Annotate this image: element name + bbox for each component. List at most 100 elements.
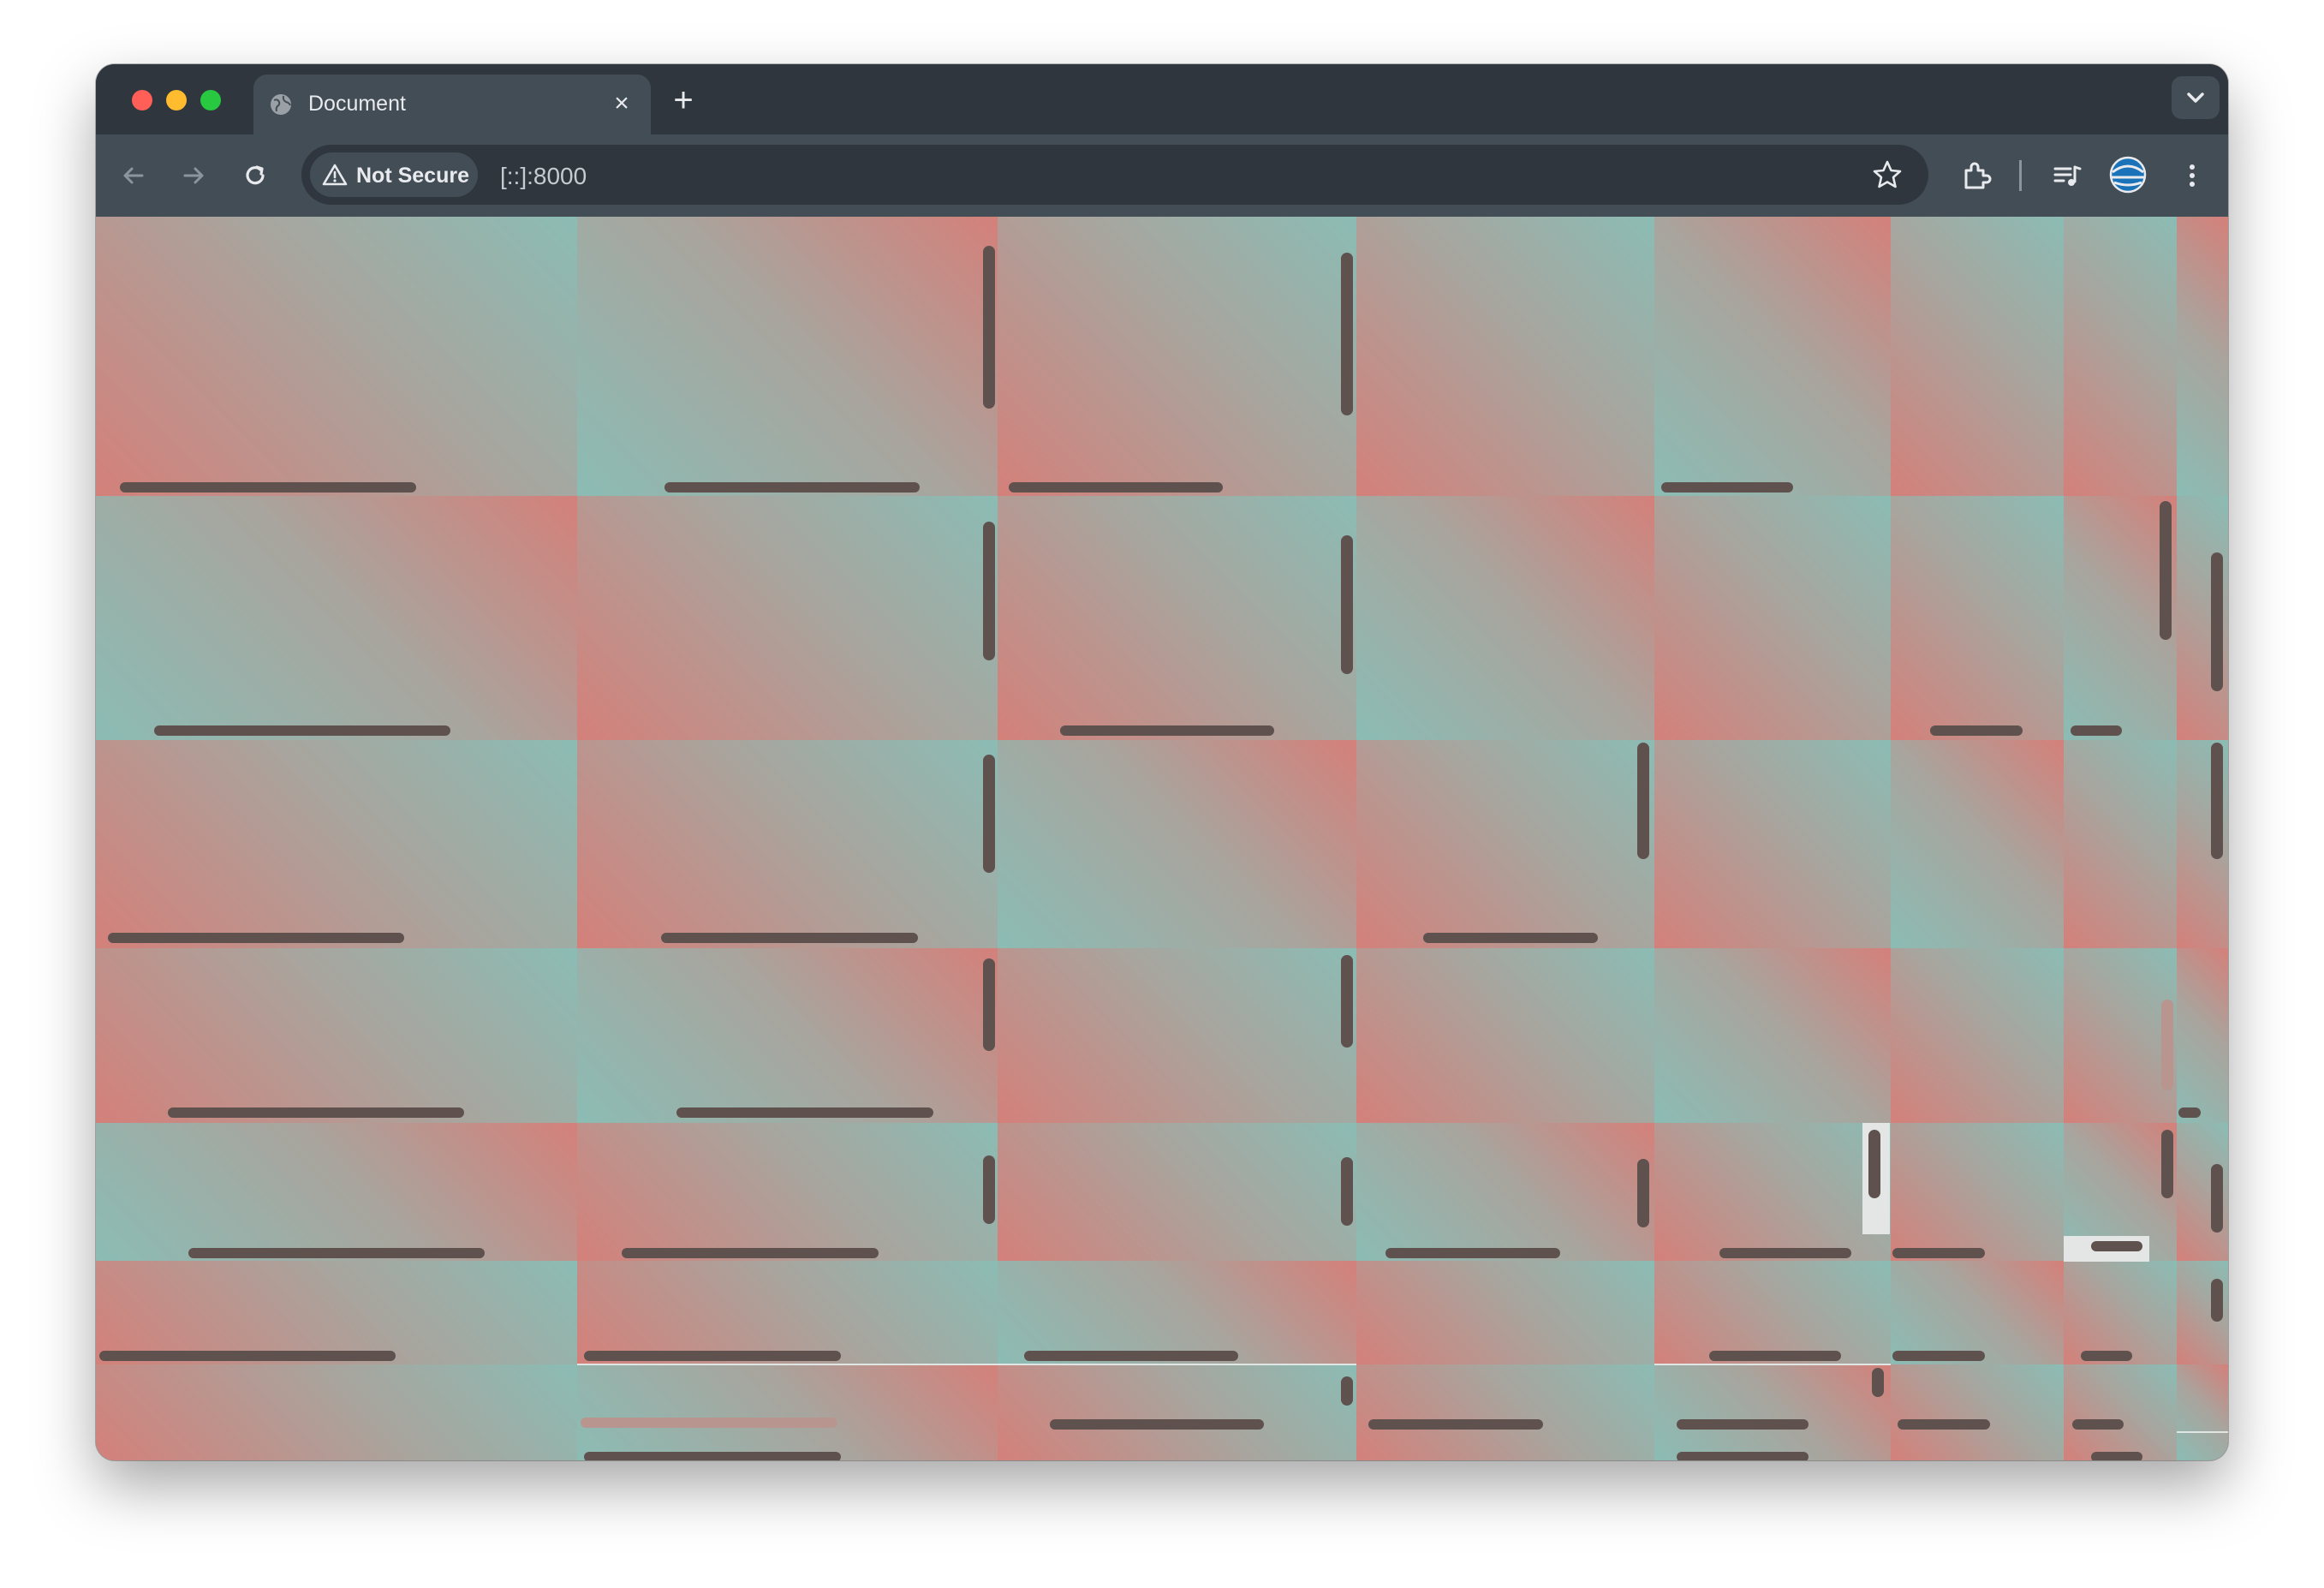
horizontal-scrollbar[interactable] bbox=[661, 933, 918, 943]
vertical-scrollbar[interactable] bbox=[2160, 501, 2172, 640]
horizontal-scrollbar[interactable] bbox=[1677, 1452, 1809, 1460]
grid-cell bbox=[1891, 1364, 2064, 1460]
vertical-scrollbar[interactable] bbox=[2211, 743, 2223, 859]
grid-cell bbox=[1654, 496, 1891, 740]
grid-cell bbox=[2064, 740, 2177, 948]
horizontal-scrollbar[interactable] bbox=[168, 1107, 464, 1118]
vertical-scrollbar[interactable] bbox=[1341, 1376, 1353, 1406]
vertical-scrollbar[interactable] bbox=[2211, 1279, 2223, 1322]
grid-cell bbox=[2177, 1364, 2228, 1460]
vertical-scrollbar[interactable] bbox=[1868, 1130, 1880, 1198]
back-arrow-icon[interactable] bbox=[116, 158, 151, 193]
page-viewport[interactable] bbox=[96, 217, 2228, 1460]
vertical-scrollbar[interactable] bbox=[983, 755, 995, 873]
grid-cell bbox=[1654, 948, 1891, 1123]
grid-cell bbox=[998, 496, 1356, 740]
horizontal-scrollbar[interactable] bbox=[108, 933, 404, 943]
media-controls-icon[interactable] bbox=[2050, 158, 2084, 193]
horizontal-scrollbar[interactable] bbox=[664, 482, 920, 493]
grid-cell bbox=[2064, 1364, 2177, 1460]
vertical-scrollbar[interactable] bbox=[1341, 955, 1353, 1048]
horizontal-scrollbar[interactable] bbox=[154, 725, 450, 736]
grid-cell bbox=[2064, 1261, 2177, 1364]
horizontal-scrollbar[interactable] bbox=[1719, 1248, 1851, 1258]
horizontal-scrollbar[interactable] bbox=[1423, 933, 1598, 943]
horizontal-scrollbar[interactable] bbox=[584, 1351, 841, 1361]
vertical-scrollbar[interactable] bbox=[2211, 552, 2223, 691]
vertical-scrollbar[interactable] bbox=[983, 1155, 995, 1224]
vertical-scrollbar[interactable] bbox=[1872, 1368, 1884, 1397]
horizontal-scrollbar[interactable] bbox=[120, 482, 416, 493]
horizontal-scrollbar[interactable] bbox=[1892, 1351, 1985, 1361]
vertical-scrollbar[interactable] bbox=[1637, 1159, 1649, 1227]
security-chip[interactable]: Not Secure bbox=[310, 152, 478, 197]
vertical-scrollbar[interactable] bbox=[1341, 1157, 1353, 1226]
horizontal-scrollbar[interactable] bbox=[2091, 1241, 2142, 1251]
horizontal-scrollbar[interactable] bbox=[2091, 1452, 2142, 1460]
address-bar[interactable]: Not Secure [::]:8000 bbox=[301, 145, 1928, 205]
minimize-window-button[interactable] bbox=[166, 90, 187, 110]
grid-cell bbox=[1891, 948, 2064, 1123]
grid-cell bbox=[1654, 740, 1891, 948]
horizontal-scrollbar[interactable] bbox=[676, 1107, 933, 1118]
horizontal-scrollbar[interactable] bbox=[2072, 1419, 2124, 1430]
horizontal-scrollbar[interactable] bbox=[1385, 1248, 1560, 1258]
grid-cell bbox=[1891, 1261, 2064, 1364]
horizontal-scrollbar[interactable] bbox=[1709, 1351, 1841, 1361]
divider-line bbox=[1654, 1364, 1891, 1365]
horizontal-scrollbar[interactable] bbox=[1060, 725, 1274, 736]
kebab-menu-icon[interactable] bbox=[2175, 158, 2209, 193]
vertical-scrollbar[interactable] bbox=[1341, 535, 1353, 674]
tab-search-button[interactable] bbox=[2172, 76, 2220, 119]
grid-cell bbox=[1356, 740, 1654, 948]
horizontal-scrollbar[interactable] bbox=[1368, 1419, 1543, 1430]
grid-cell bbox=[1654, 1123, 1891, 1261]
plus-icon[interactable]: + bbox=[664, 81, 702, 119]
horizontal-scrollbar[interactable] bbox=[1009, 482, 1223, 493]
horizontal-scrollbar[interactable] bbox=[99, 1351, 396, 1361]
vertical-scrollbar[interactable] bbox=[1637, 743, 1649, 859]
horizontal-scrollbar[interactable] bbox=[1892, 1248, 1985, 1258]
vertical-scrollbar[interactable] bbox=[2161, 1130, 2173, 1198]
toolbar-divider bbox=[2019, 160, 2022, 191]
horizontal-scrollbar[interactable] bbox=[584, 1452, 841, 1460]
grid-cell bbox=[96, 496, 577, 740]
url-text[interactable]: [::]:8000 bbox=[500, 163, 587, 190]
grid-cell bbox=[1891, 740, 2064, 948]
profile-avatar-icon[interactable] bbox=[2108, 155, 2148, 194]
maximize-window-button[interactable] bbox=[200, 90, 221, 110]
grid-cell bbox=[1356, 948, 1654, 1123]
extensions-icon[interactable] bbox=[1959, 158, 1993, 193]
vertical-scrollbar[interactable] bbox=[2161, 1000, 2173, 1090]
grid-cell bbox=[2064, 948, 2177, 1123]
grid-cell bbox=[577, 948, 998, 1123]
vertical-scrollbar[interactable] bbox=[983, 522, 995, 660]
horizontal-scrollbar[interactable] bbox=[1661, 482, 1793, 493]
horizontal-scrollbar[interactable] bbox=[2178, 1107, 2201, 1118]
horizontal-scrollbar[interactable] bbox=[1677, 1419, 1809, 1430]
vertical-scrollbar[interactable] bbox=[2211, 1164, 2223, 1233]
vertical-scrollbar[interactable] bbox=[983, 958, 995, 1051]
horizontal-scrollbar[interactable] bbox=[188, 1248, 485, 1258]
horizontal-scrollbar[interactable] bbox=[1024, 1351, 1238, 1361]
reload-icon[interactable] bbox=[238, 158, 272, 193]
horizontal-scrollbar[interactable] bbox=[581, 1418, 837, 1428]
close-icon[interactable]: × bbox=[605, 87, 639, 121]
vertical-scrollbar[interactable] bbox=[1341, 253, 1353, 415]
horizontal-scrollbar[interactable] bbox=[2081, 1351, 2132, 1361]
divider-line bbox=[577, 1364, 1356, 1365]
grid-cell bbox=[1891, 496, 2064, 740]
horizontal-scrollbar[interactable] bbox=[1930, 725, 2023, 736]
grid-cell bbox=[577, 1364, 998, 1460]
horizontal-scrollbar[interactable] bbox=[2071, 725, 2122, 736]
tab-document[interactable]: Document × bbox=[253, 75, 651, 134]
vertical-scrollbar[interactable] bbox=[983, 246, 995, 409]
grid-cell bbox=[577, 1261, 998, 1364]
horizontal-scrollbar[interactable] bbox=[622, 1248, 879, 1258]
forward-arrow-icon[interactable] bbox=[176, 158, 211, 193]
star-icon[interactable] bbox=[1870, 158, 1904, 192]
close-window-button[interactable] bbox=[132, 90, 152, 110]
horizontal-scrollbar[interactable] bbox=[1898, 1419, 1990, 1430]
horizontal-scrollbar[interactable] bbox=[1050, 1419, 1264, 1430]
grid-cell bbox=[96, 1261, 577, 1364]
